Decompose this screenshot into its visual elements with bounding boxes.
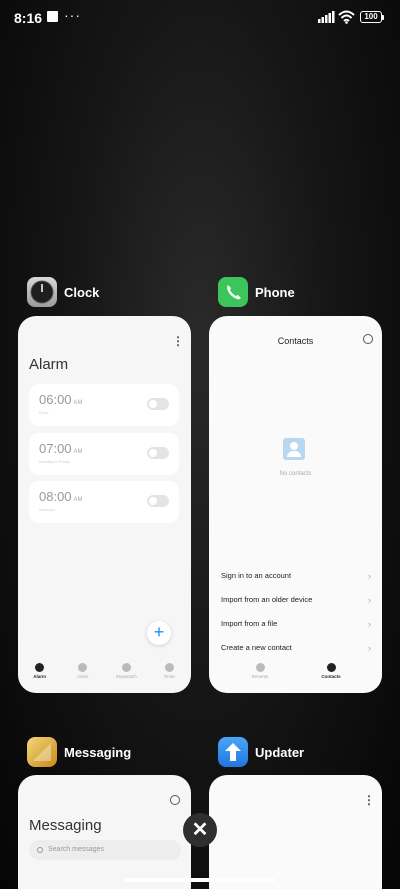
- alarm-toggle: [147, 398, 169, 410]
- chevron-right-icon: ›: [368, 643, 371, 653]
- timer-icon: [164, 663, 174, 672]
- alarm-repeat: Once: [39, 410, 49, 415]
- status-bar: 8:16 ··· 100: [0, 0, 400, 36]
- person-icon: [326, 663, 336, 672]
- alarm-toggle: [147, 495, 169, 507]
- phone-bottom-nav: Recents Contacts: [209, 663, 382, 689]
- signal-icon: [318, 11, 335, 23]
- phone-icon: [255, 663, 265, 672]
- alarm-repeat: Sundays: [39, 507, 55, 512]
- more-options-icon: ⋮: [172, 334, 184, 348]
- option-create-contact: Create a new contact ›: [221, 638, 371, 658]
- alarm-title: Alarm: [29, 356, 69, 373]
- battery-icon: 100: [360, 11, 382, 23]
- alarm-item: 06:00 AM Once: [29, 384, 179, 426]
- nav-clock: Clock: [63, 663, 103, 689]
- empty-state-text: No contacts: [279, 471, 312, 477]
- recent-card-updater[interactable]: ⋮: [209, 775, 382, 889]
- alarm-item: 07:00 AM Monday to Friday: [29, 433, 179, 475]
- app-name: Phone: [255, 284, 295, 300]
- more-notifications-icon: ···: [64, 7, 81, 23]
- clear-all-button[interactable]: ✕: [183, 813, 217, 847]
- add-alarm-icon: +: [147, 621, 171, 645]
- app-name: Clock: [64, 284, 100, 300]
- settings-icon: [363, 334, 373, 344]
- updater-icon: [218, 737, 248, 767]
- alarm-time: 07:00 AM: [39, 441, 83, 456]
- app-header-updater[interactable]: Updater: [218, 737, 304, 767]
- search-icon: [37, 847, 43, 853]
- clock-bottom-nav: Alarm Clock Stopwatch Timer: [18, 663, 191, 689]
- contacts-title: Contacts: [277, 336, 314, 346]
- stopwatch-icon: [121, 663, 131, 672]
- app-header-clock[interactable]: Clock: [27, 277, 99, 307]
- settings-icon: [170, 795, 180, 805]
- notification-icon: [47, 11, 58, 22]
- more-options-icon: ⋮: [363, 793, 375, 807]
- clock-icon: [27, 277, 57, 307]
- nav-alarm: Alarm: [20, 663, 60, 689]
- alarm-toggle: [147, 447, 169, 459]
- nav-contacts: Contacts: [311, 663, 351, 689]
- option-import-file: Import from a file ›: [221, 614, 371, 634]
- clock-icon: [78, 663, 88, 672]
- app-name: Messaging: [64, 744, 132, 760]
- nav-stopwatch: Stopwatch: [106, 663, 146, 689]
- alarm-item: 08:00 AM Sundays: [29, 481, 179, 523]
- nav-recents: Recents: [240, 663, 280, 689]
- home-indicator[interactable]: [125, 878, 275, 882]
- wifi-icon: [338, 10, 355, 24]
- chevron-right-icon: ›: [368, 571, 371, 581]
- recent-card-messaging[interactable]: Messaging Search messages: [18, 775, 191, 889]
- nav-timer: Timer: [149, 663, 189, 689]
- recent-card-clock[interactable]: ⋮ Alarm 06:00 AM Once 07:00 AM Monday to F…: [18, 316, 191, 693]
- battery-tip: [382, 15, 384, 20]
- messaging-title: Messaging: [29, 817, 102, 834]
- option-import-device: Import from an older device ›: [221, 590, 371, 610]
- app-header-messaging[interactable]: Messaging: [27, 737, 131, 767]
- alarm-icon: [35, 663, 45, 672]
- status-time: 8:16: [14, 10, 43, 26]
- app-header-phone[interactable]: Phone: [218, 277, 295, 307]
- search-messages-field: Search messages: [29, 840, 181, 860]
- chevron-right-icon: ›: [368, 619, 371, 629]
- chevron-right-icon: ›: [368, 595, 371, 605]
- app-name: Updater: [255, 744, 305, 760]
- phone-icon: [218, 277, 248, 307]
- recent-card-phone[interactable]: Contacts No contacts Sign in to an accou…: [209, 316, 382, 693]
- contact-placeholder-icon: [283, 438, 305, 460]
- alarm-time: 08:00 AM: [39, 489, 83, 504]
- alarm-repeat: Monday to Friday: [39, 459, 70, 464]
- alarm-time: 06:00 AM: [39, 392, 83, 407]
- messaging-icon: [27, 737, 57, 767]
- option-sign-in: Sign in to an account ›: [221, 566, 371, 586]
